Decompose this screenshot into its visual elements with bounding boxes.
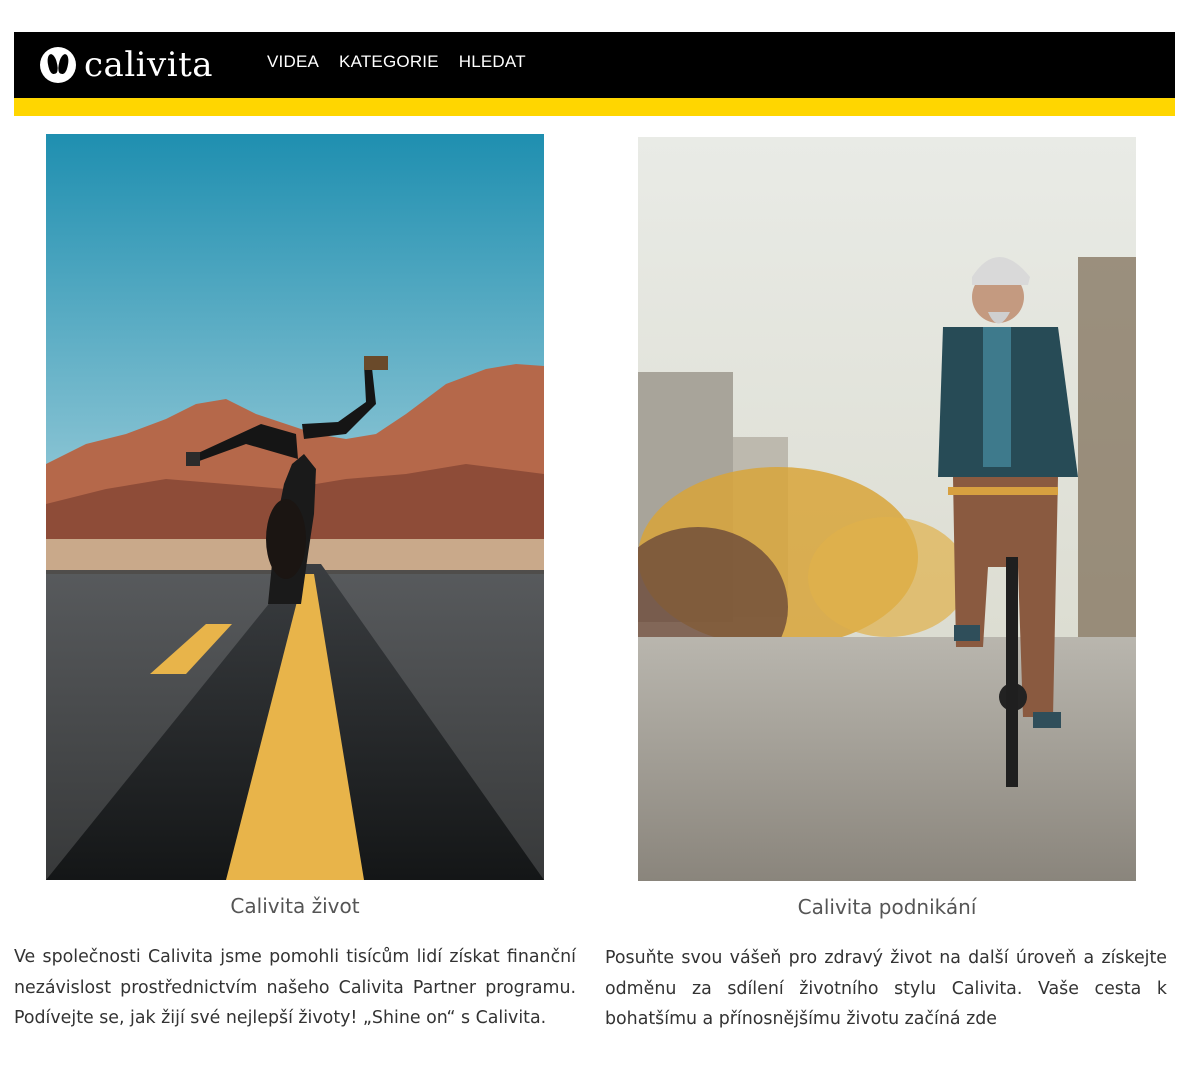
header-accent-bar [14, 98, 1175, 116]
handstand-road-photo [46, 134, 544, 880]
main-nav: VIDEA KATEGORIE HLEDAT [267, 52, 526, 72]
nav-videa[interactable]: VIDEA [267, 52, 319, 72]
nav-hledat[interactable]: HLEDAT [459, 52, 526, 72]
logo-text: calivita [84, 45, 214, 85]
cyclist-photo [638, 137, 1136, 881]
card-business-image[interactable] [638, 137, 1136, 881]
calivita-logo[interactable]: calivita [40, 43, 213, 87]
calivita-logo-icon [40, 47, 76, 83]
card-business-description: Posuňte svou vášeň pro zdravý život na d… [605, 948, 1167, 1029]
nav-kategorie[interactable]: KATEGORIE [339, 52, 439, 72]
card-life-image[interactable] [46, 134, 544, 880]
site-header: calivita VIDEA KATEGORIE HLEDAT [14, 32, 1175, 116]
card-business-caption[interactable]: Calivita podnikání [638, 895, 1136, 919]
card-life-description: Ve společnosti Calivita jsme pomohli tis… [14, 947, 576, 1028]
card-life-caption[interactable]: Calivita život [46, 894, 544, 918]
